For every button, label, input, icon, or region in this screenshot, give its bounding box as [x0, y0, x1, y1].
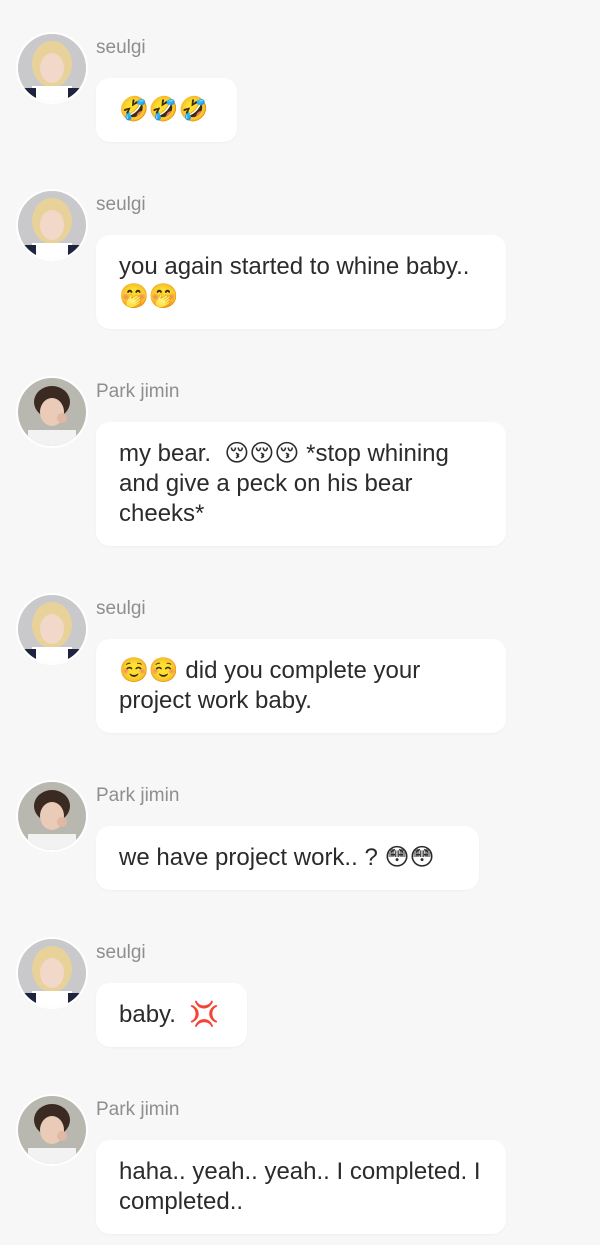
avatar[interactable] [18, 782, 86, 850]
avatar[interactable] [18, 595, 86, 663]
message-bubble[interactable]: 🤣🤣🤣 [96, 78, 237, 142]
sender-name: Park jimin [96, 1099, 180, 1120]
avatar[interactable] [18, 34, 86, 102]
seulgi-avatar-image [18, 191, 86, 259]
sender-name: Park jimin [96, 785, 180, 806]
message-bubble[interactable]: you again started to whine baby.. 🤭🤭 [96, 235, 506, 329]
seulgi-avatar-image [18, 939, 86, 1007]
message-text: you again started to whine baby.. 🤭🤭 [119, 253, 477, 310]
message-text: haha.. yeah.. yeah.. I completed. I comp… [119, 1158, 488, 1215]
message-bubble[interactable]: haha.. yeah.. yeah.. I completed. I comp… [96, 1140, 506, 1234]
sender-name: seulgi [96, 942, 146, 963]
message-text: my bear. 😚😚😚 *stop whining and give a pe… [119, 440, 456, 527]
avatar[interactable] [18, 378, 86, 446]
sender-name: Park jimin [96, 381, 180, 402]
avatar[interactable] [18, 939, 86, 1007]
message-bubble[interactable]: baby. 💢 [96, 983, 247, 1047]
jimin-avatar-image [18, 1096, 86, 1164]
message-text: ☺️☺️ did you complete your project work … [119, 657, 427, 714]
message-bubble[interactable]: ☺️☺️ did you complete your project work … [96, 639, 506, 733]
avatar[interactable] [18, 191, 86, 259]
sender-name: seulgi [96, 598, 146, 619]
message-text: we have project work.. ? 😳😳 [119, 844, 435, 871]
seulgi-avatar-image [18, 34, 86, 102]
jimin-avatar-image [18, 378, 86, 446]
jimin-avatar-image [18, 782, 86, 850]
message-bubble[interactable]: we have project work.. ? 😳😳 [96, 826, 479, 890]
message-text: 🤣🤣🤣 [119, 96, 209, 123]
sender-name: seulgi [96, 194, 146, 215]
sender-name: seulgi [96, 37, 146, 58]
message-bubble[interactable]: my bear. 😚😚😚 *stop whining and give a pe… [96, 422, 506, 546]
message-text: baby. 💢 [119, 1001, 220, 1028]
seulgi-avatar-image [18, 595, 86, 663]
avatar[interactable] [18, 1096, 86, 1164]
